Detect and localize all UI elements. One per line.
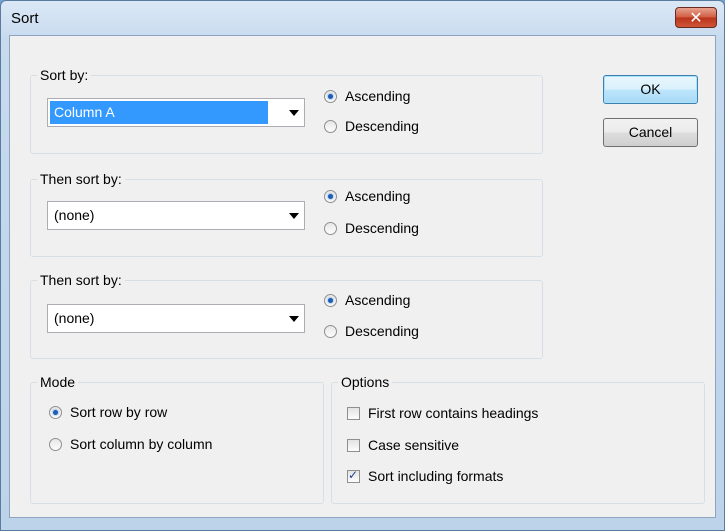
close-icon: ✕ (689, 8, 703, 27)
checkmark-icon (347, 468, 360, 483)
sort-row-by-row-radio[interactable]: Sort row by row (49, 401, 167, 423)
then-sort-by-combo-1[interactable]: (none) (47, 201, 305, 230)
cancel-button[interactable]: Cancel (603, 118, 698, 147)
then-sort-by-descending-radio-2[interactable]: Descending (324, 320, 419, 342)
sort-column-by-column-label: Sort column by column (70, 436, 213, 452)
then-sort-by-descending-radio-1[interactable]: Descending (324, 217, 419, 239)
sort-by-label: Sort by: (37, 67, 92, 83)
then-sort-by-value-2: (none) (54, 310, 95, 326)
chevron-down-icon[interactable] (284, 203, 303, 228)
checkbox-icon (347, 438, 360, 452)
close-button[interactable]: ✕ (675, 7, 717, 28)
first-row-headings-checkbox[interactable]: First row contains headings (347, 402, 538, 424)
radio-icon (324, 119, 337, 133)
dialog-body: Sort by: Column A Ascending Descending T… (9, 35, 716, 518)
sort-by-ascending-radio[interactable]: Ascending (324, 85, 410, 107)
then-sort-by-value-1: (none) (54, 207, 95, 223)
then-sort-by-descending-label-1: Descending (345, 220, 419, 236)
then-sort-by-combo-2[interactable]: (none) (47, 304, 305, 333)
case-sensitive-label: Case sensitive (368, 437, 460, 453)
options-group: Options First row contains headings Case… (331, 374, 705, 504)
sort-column-by-column-radio[interactable]: Sort column by column (49, 433, 212, 455)
chevron-down-icon[interactable] (284, 306, 303, 331)
window-title: Sort (11, 10, 39, 27)
sort-by-combo[interactable]: Column A (47, 98, 305, 127)
then-sort-by-label-1: Then sort by: (37, 171, 125, 187)
mode-label: Mode (37, 374, 79, 390)
then-sort-by-ascending-label-1: Ascending (345, 188, 411, 204)
ok-button[interactable]: OK (603, 75, 698, 104)
sort-by-value: Column A (50, 101, 268, 124)
sort-by-group: Sort by: Column A Ascending Descending (30, 67, 543, 154)
sort-by-descending-radio[interactable]: Descending (324, 115, 419, 137)
then-sort-by-group-2: Then sort by: (none) Ascending Descendin… (30, 272, 543, 359)
radio-icon (324, 324, 337, 338)
sort-dialog: Sort ✕ Sort by: Column A Ascending Desce… (0, 0, 725, 531)
case-sensitive-checkbox[interactable]: Case sensitive (347, 434, 459, 456)
radio-icon (324, 293, 337, 307)
checkbox-icon (347, 406, 360, 420)
sort-by-descending-label: Descending (345, 118, 419, 134)
sort-including-formats-checkbox[interactable]: Sort including formats (347, 465, 503, 487)
radio-icon (324, 221, 337, 235)
chevron-down-icon[interactable] (284, 100, 303, 125)
radio-icon (49, 405, 62, 419)
radio-icon (324, 89, 337, 103)
sort-row-by-row-label: Sort row by row (70, 404, 168, 420)
then-sort-by-ascending-radio-2[interactable]: Ascending (324, 289, 410, 311)
title-bar[interactable]: Sort ✕ (1, 1, 724, 35)
mode-group: Mode Sort row by row Sort column by colu… (30, 374, 324, 504)
then-sort-by-ascending-label-2: Ascending (345, 292, 411, 308)
sort-by-ascending-label: Ascending (345, 88, 411, 104)
then-sort-by-label-2: Then sort by: (37, 272, 125, 288)
radio-icon (324, 189, 337, 203)
then-sort-by-descending-label-2: Descending (345, 323, 419, 339)
options-label: Options (338, 374, 393, 390)
then-sort-by-group-1: Then sort by: (none) Ascending Descendin… (30, 171, 543, 257)
sort-including-formats-label: Sort including formats (368, 468, 504, 484)
radio-icon (49, 437, 62, 451)
first-row-headings-label: First row contains headings (368, 405, 539, 421)
then-sort-by-ascending-radio-1[interactable]: Ascending (324, 185, 410, 207)
